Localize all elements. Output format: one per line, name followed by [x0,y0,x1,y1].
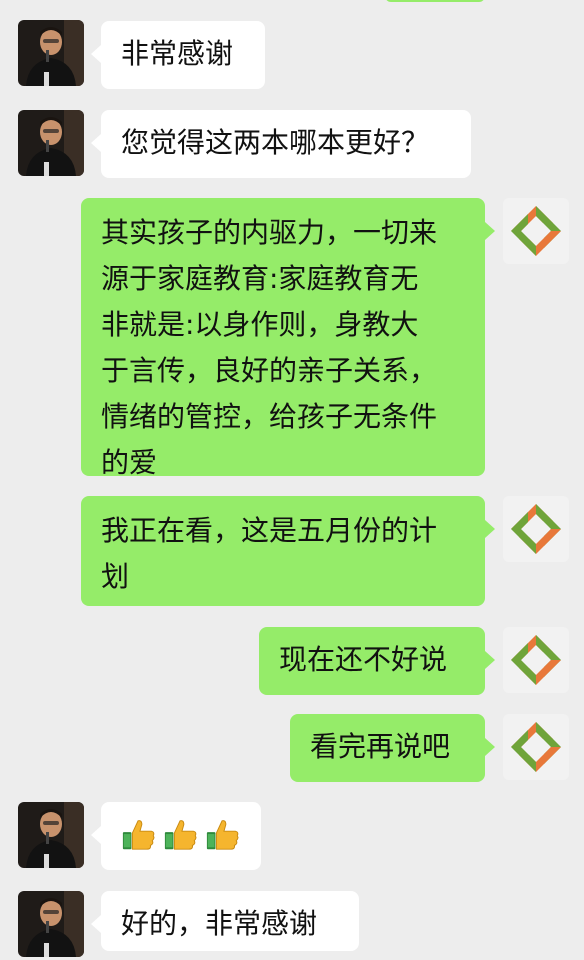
message-text: 看完再说吧 [310,730,451,763]
chat-area[interactable]: 非常感谢 您觉得这两本哪本更好？ 其实孩子的内驱力，一切来 源于家庭教育:家庭教… [0,0,584,960]
message-bubble[interactable]: 非常感谢 [91,21,265,89]
message-line: 非就是:以身作则，身教大 [101,308,419,341]
message-text: 非常感谢 [121,37,234,70]
person-photo-icon [18,802,84,868]
self-avatar[interactable] [503,714,569,780]
message-line: 划 [101,560,130,593]
emoji-row [121,812,241,858]
self-avatar[interactable] [503,627,569,693]
thumbs-up-icon [164,820,197,850]
contact-avatar[interactable] [18,891,84,957]
message-text: 现在还不好说 [279,643,448,676]
message-bubble[interactable]: 好的，非常感谢 [91,891,359,951]
contact-avatar[interactable] [18,20,84,86]
self-avatar[interactable] [503,198,569,264]
message-bubble[interactable]: 其实孩子的内驱力，一切来 源于家庭教育:家庭教育无 非就是:以身作则，身教大 于… [81,198,495,479]
message-bubble[interactable] [91,802,261,870]
message-line: 源于家庭教育:家庭教育无 [101,262,419,295]
message-bubble[interactable]: 现在还不好说 [259,627,495,695]
contact-avatar[interactable] [18,802,84,868]
diamond-logo-icon [503,627,569,693]
diamond-logo-icon [503,198,569,264]
message-bubble[interactable]: 看完再说吧 [290,714,495,782]
message-line: 的爱 [101,446,158,479]
message-bubble[interactable]: 我正在看，这是五月份的计 划 [81,496,495,606]
self-avatar[interactable] [503,496,569,562]
contact-avatar[interactable] [18,110,84,176]
person-photo-icon [18,20,84,86]
person-photo-icon [18,891,84,957]
message-text: 好的，非常感谢 [121,907,318,940]
message-line: 情绪的管控，给孩子无条件 [101,400,438,433]
message-line: 我正在看，这是五月份的计 [101,514,438,547]
previous-message-bubble[interactable] [385,0,485,2]
message-text: 您觉得这两本哪本更好？ [121,126,430,159]
thumbs-up-icon [206,820,239,850]
message-bubble[interactable]: 您觉得这两本哪本更好？ [91,110,471,178]
person-photo-icon [18,110,84,176]
message-line: 于言传，良好的亲子关系， [101,354,438,387]
message-line: 其实孩子的内驱力，一切来 [101,216,438,249]
diamond-logo-icon [503,496,569,562]
thumbs-up-icon [122,820,155,850]
diamond-logo-icon [503,714,569,780]
